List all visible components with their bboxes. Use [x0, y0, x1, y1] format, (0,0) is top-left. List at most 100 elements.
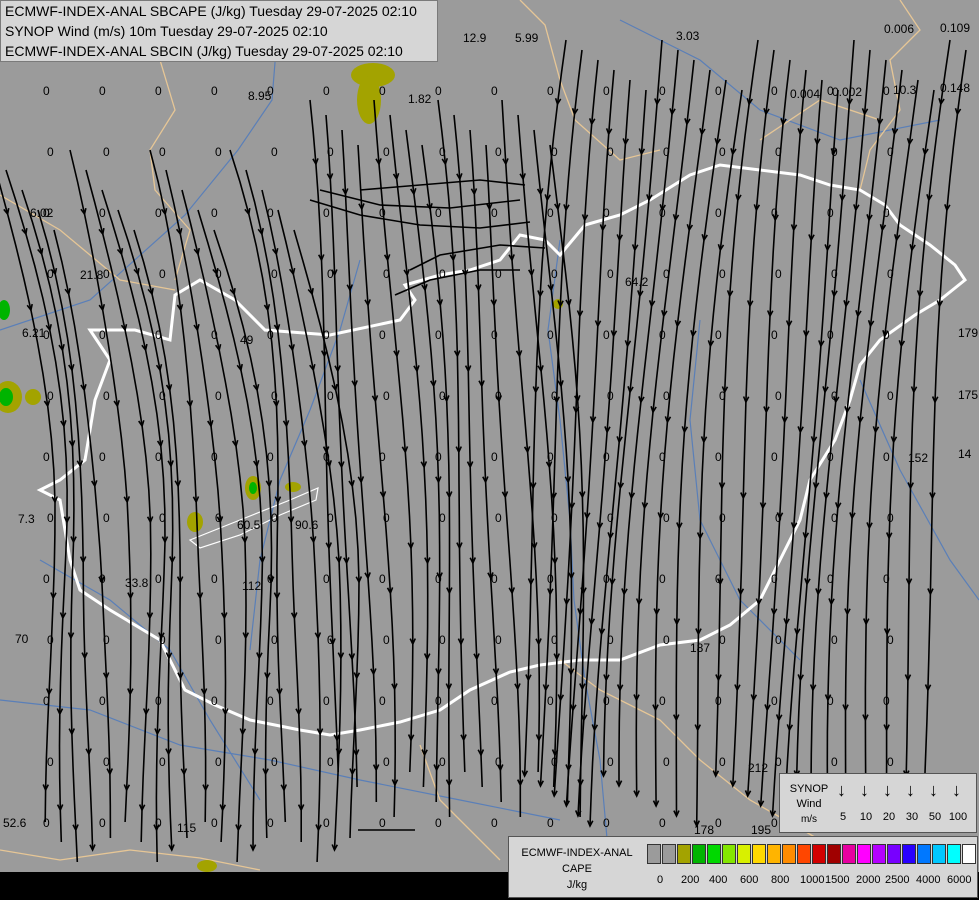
map-value-zero: 0: [607, 389, 614, 403]
cape-color-swatch: [812, 844, 826, 864]
header-line-cape: ECMWF-INDEX-ANAL SBCAPE (J/kg) Tuesday 2…: [5, 3, 417, 19]
map-value-zero: 0: [603, 450, 610, 464]
map-value-zero: 0: [327, 389, 334, 403]
map-value-zero: 0: [99, 694, 106, 708]
cape-color-swatch: [707, 844, 721, 864]
map-value-label: 10.3: [893, 83, 917, 97]
map-value-zero: 0: [663, 267, 670, 281]
cape-title-2: CAPE: [562, 863, 592, 875]
map-value-zero: 0: [495, 755, 502, 769]
map-value-zero: 0: [271, 511, 278, 525]
map-value-label: 33.8: [125, 576, 149, 590]
cape-scale-label: 800: [771, 874, 790, 886]
map-value-zero: 0: [663, 511, 670, 525]
map-value-zero: 0: [715, 328, 722, 342]
map-value-zero: 0: [435, 84, 442, 98]
map-value-zero: 0: [663, 145, 670, 159]
map-value-zero: 0: [603, 816, 610, 830]
map-value-zero: 0: [439, 755, 446, 769]
map-value-zero: 0: [775, 511, 782, 525]
cape-color-swatch: [722, 844, 736, 864]
map-value-zero: 0: [215, 267, 222, 281]
header-line-cin: ECMWF-INDEX-ANAL SBCIN (J/kg) Tuesday 29…: [5, 43, 403, 59]
map-value-zero: 0: [883, 450, 890, 464]
cape-color-swatch: [857, 844, 871, 864]
map-value-zero: 0: [491, 328, 498, 342]
map-value-zero: 0: [43, 694, 50, 708]
map-value-zero: 0: [155, 450, 162, 464]
map-value-zero: 0: [607, 633, 614, 647]
map-value-zero: 0: [211, 206, 218, 220]
map-value-zero: 0: [271, 389, 278, 403]
map-value-zero: 0: [159, 389, 166, 403]
map-value-label: 49: [240, 333, 254, 347]
map-value-zero: 0: [771, 694, 778, 708]
map-value-zero: 0: [887, 633, 894, 647]
map-value-zero: 0: [491, 572, 498, 586]
map-value-zero: 0: [99, 816, 106, 830]
map-value-zero: 0: [271, 633, 278, 647]
map-value-zero: 0: [491, 694, 498, 708]
map-value-zero: 0: [607, 145, 614, 159]
map-value-zero: 0: [323, 84, 330, 98]
cape-title-1: ECMWF-INDEX-ANAL: [521, 847, 633, 859]
map-value-zero: 0: [831, 511, 838, 525]
map-value-zero: 0: [47, 267, 54, 281]
synop-title-3: m/s: [800, 814, 818, 825]
wind-speed-label: 100: [948, 811, 968, 823]
map-value-zero: 0: [715, 694, 722, 708]
cape-color-swatch: [737, 844, 751, 864]
cape-area: [249, 482, 257, 494]
map-value-zero: 0: [323, 572, 330, 586]
map-value-zero: 0: [547, 572, 554, 586]
map-value-zero: 0: [383, 755, 390, 769]
map-value-zero: 0: [155, 816, 162, 830]
map-value-label: 60.5: [237, 518, 261, 532]
map-value-zero: 0: [883, 84, 890, 98]
map-value-zero: 0: [495, 267, 502, 281]
map-value-zero: 0: [103, 145, 110, 159]
map-value-zero: 0: [771, 206, 778, 220]
map-value-zero: 0: [99, 206, 106, 220]
cape-color-swatch: [947, 844, 961, 864]
map-value-zero: 0: [551, 755, 558, 769]
map-value-label: 115: [177, 821, 196, 835]
cape-color-swatch: [662, 844, 676, 864]
map-value-zero: 0: [719, 511, 726, 525]
cape-legend: ECMWF-INDEX-ANAL CAPE J/kg 0 200 400 600 800…: [508, 836, 978, 898]
cape-scale-label: 1500: [825, 874, 850, 886]
map-value-zero: 0: [715, 450, 722, 464]
map-value-zero: 0: [215, 511, 222, 525]
map-value-zero: 0: [663, 633, 670, 647]
map-value-zero: 0: [435, 206, 442, 220]
synop-title-1: SYNOP: [789, 783, 829, 795]
cape-color-swatch: [932, 844, 946, 864]
map-value-zero: 0: [267, 694, 274, 708]
map-value-zero: 0: [551, 267, 558, 281]
map-value-zero: 0: [491, 84, 498, 98]
map-value-zero: 0: [211, 816, 218, 830]
map-value-zero: 0: [551, 511, 558, 525]
map-value-zero: 0: [47, 145, 54, 159]
wind-arrow-icon: ↓: [952, 780, 961, 800]
map-value-zero: 0: [607, 267, 614, 281]
map-value-zero: 0: [719, 755, 726, 769]
map-value-zero: 0: [887, 267, 894, 281]
wind-arrow-icon: ↓: [906, 780, 915, 800]
map-value-zero: 0: [323, 816, 330, 830]
cape-scale-label: 2500: [885, 874, 910, 886]
map-value-zero: 0: [211, 450, 218, 464]
map-value-zero: 0: [103, 755, 110, 769]
map-value-label: 8.95: [248, 89, 272, 103]
map-value-label: 195: [751, 823, 771, 837]
map-value-zero: 0: [831, 145, 838, 159]
map-value-zero: 0: [495, 633, 502, 647]
map-value-zero: 0: [771, 572, 778, 586]
map-value-zero: 0: [603, 572, 610, 586]
map-value-zero: 0: [491, 816, 498, 830]
cape-area: [357, 76, 381, 124]
map-value-zero: 0: [323, 450, 330, 464]
map-value-zero: 0: [603, 206, 610, 220]
map-value-label: 52.6: [3, 816, 27, 830]
map-value-zero: 0: [155, 84, 162, 98]
